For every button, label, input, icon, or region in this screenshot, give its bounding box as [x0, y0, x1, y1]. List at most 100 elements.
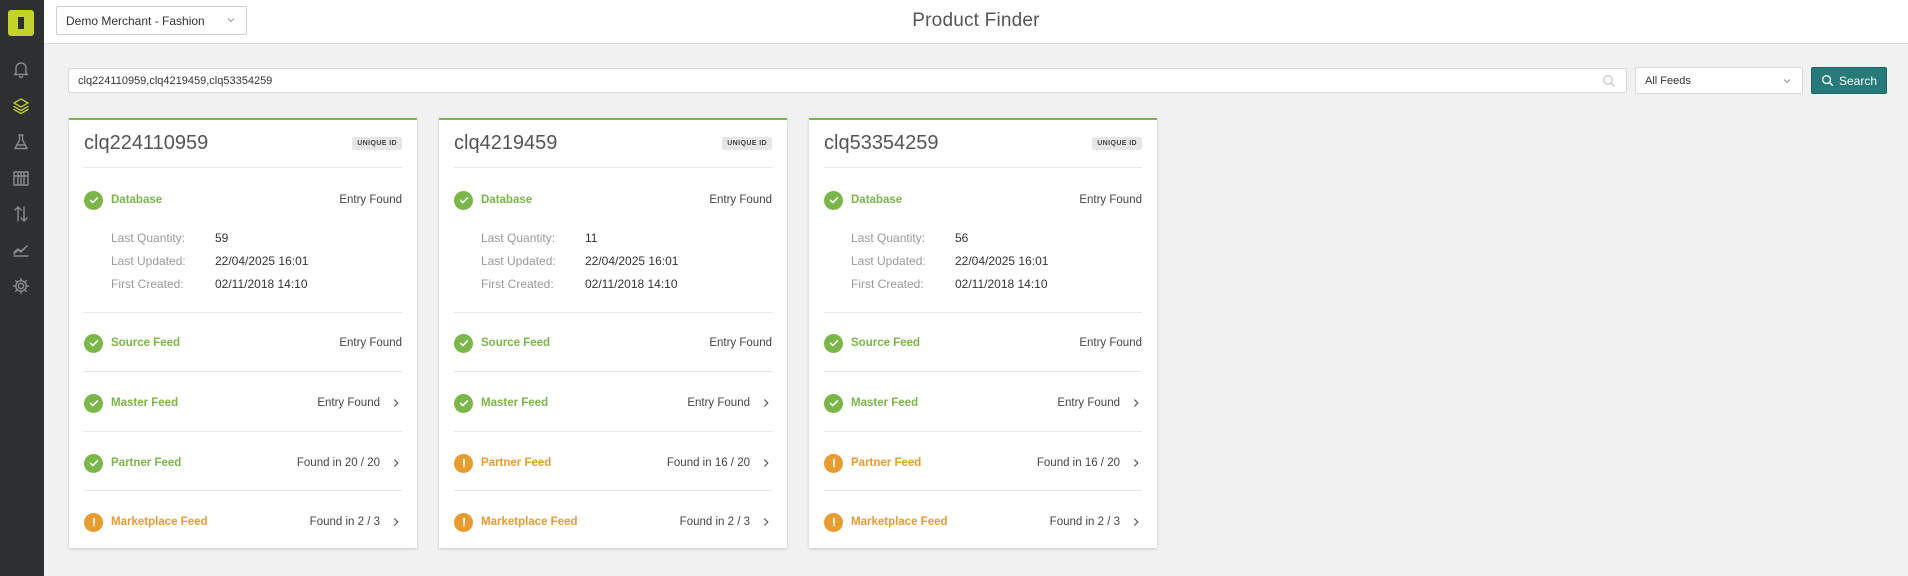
divider: [824, 431, 1142, 432]
chevron-right-icon[interactable]: [1130, 516, 1142, 528]
status-ok-icon: [824, 190, 843, 210]
chevron-down-icon: [1783, 79, 1791, 84]
marketplace-feed-label: Marketplace Feed: [481, 516, 578, 528]
master-feed-row[interactable]: Master Feed Entry Found: [454, 393, 772, 413]
database-value: Entry Found: [339, 194, 402, 206]
master-feed-row[interactable]: Master Feed Entry Found: [824, 393, 1142, 413]
chevron-right-icon[interactable]: [760, 397, 772, 409]
marketplace-feed-label: Marketplace Feed: [851, 516, 948, 528]
search-button[interactable]: Search: [1811, 67, 1887, 94]
partner-feed-label: Partner Feed: [111, 457, 182, 469]
chart-area-icon[interactable]: [9, 238, 33, 262]
grid-calendar-icon[interactable]: [9, 166, 33, 190]
divider: [84, 490, 402, 491]
app-logo[interactable]: [8, 10, 34, 36]
chevron-right-icon[interactable]: [760, 457, 772, 469]
status-ok-icon: [84, 453, 103, 473]
exclamation-icon: [462, 517, 465, 527]
source-feed-label: Source Feed: [111, 337, 181, 349]
source-feed-row: Source Feed Entry Found: [84, 333, 402, 353]
detail-row: First Created: 02/11/2018 14:10: [481, 277, 678, 291]
page-title: Product Finder: [912, 10, 1040, 31]
partner-feed-row[interactable]: Partner Feed Found in 16 / 20: [454, 453, 772, 473]
marketplace-feed-row[interactable]: Marketplace Feed Found in 2 / 3: [824, 512, 1142, 532]
marketplace-feed-label: Marketplace Feed: [111, 516, 208, 528]
status-warn-icon: [84, 512, 103, 532]
marketplace-feed-row[interactable]: Marketplace Feed Found in 2 / 3: [84, 512, 402, 532]
detail-row: Last Quantity: 59: [111, 231, 228, 245]
source-feed-label: Source Feed: [481, 337, 551, 349]
divider: [84, 371, 402, 372]
master-feed-row[interactable]: Master Feed Entry Found: [84, 393, 402, 413]
check-icon: [829, 400, 838, 407]
detail-key: First Created:: [481, 277, 554, 291]
product-id: clq53354259: [824, 132, 939, 154]
master-feed-value: Entry Found: [687, 397, 750, 409]
divider: [454, 431, 772, 432]
sidebar: [0, 0, 44, 576]
flask-icon[interactable]: [9, 130, 33, 154]
detail-key: Last Quantity:: [111, 231, 186, 245]
product-id: clq4219459: [454, 132, 558, 154]
partner-feed-value: Found in 16 / 20: [666, 457, 750, 469]
partner-feed-row[interactable]: Partner Feed Found in 16 / 20: [824, 453, 1142, 473]
exclamation-icon: [92, 517, 95, 527]
detail-key: First Created:: [851, 277, 924, 291]
divider: [454, 490, 772, 491]
partner-feed-label: Partner Feed: [481, 457, 552, 469]
detail-row: Last Updated: 22/04/2025 16:01: [851, 254, 1048, 268]
detail-key: Last Quantity:: [481, 231, 556, 245]
search-input[interactable]: [78, 74, 1578, 87]
chevron-right-icon[interactable]: [390, 457, 402, 469]
database-label: Database: [851, 194, 903, 206]
gear-icon[interactable]: [9, 274, 33, 298]
exclamation-icon: [832, 517, 835, 527]
status-ok-icon: [454, 393, 473, 413]
master-feed-value: Entry Found: [317, 397, 380, 409]
search-field[interactable]: [68, 68, 1627, 93]
chevron-right-icon[interactable]: [760, 516, 772, 528]
chevron-right-icon[interactable]: [390, 516, 402, 528]
chevron-right-icon[interactable]: [1130, 457, 1142, 469]
sort-arrows-icon[interactable]: [9, 202, 33, 226]
status-ok-icon: [84, 190, 103, 210]
detail-value: 22/04/2025 16:01: [585, 254, 679, 268]
product-card: clq224110959 UNIQUE ID Database Entry Fo…: [69, 118, 417, 548]
feeds-select[interactable]: All Feeds: [1635, 67, 1803, 94]
marketplace-feed-row[interactable]: Marketplace Feed Found in 2 / 3: [454, 512, 772, 532]
partner-feed-value: Found in 16 / 20: [1036, 457, 1120, 469]
search-icon[interactable]: [1602, 74, 1616, 88]
divider: [824, 312, 1142, 313]
status-warn-icon: [824, 512, 843, 532]
layers-icon[interactable]: [9, 94, 33, 118]
database-row: Database Entry Found: [824, 190, 1142, 210]
database-label: Database: [481, 194, 533, 206]
source-feed-value: Entry Found: [1079, 337, 1142, 349]
divider: [454, 312, 772, 313]
detail-value: 02/11/2018 14:10: [585, 277, 678, 291]
bell-icon[interactable]: [9, 57, 33, 81]
master-feed-label: Master Feed: [851, 397, 919, 409]
partner-feed-row[interactable]: Partner Feed Found in 20 / 20: [84, 453, 402, 473]
detail-key: First Created:: [111, 277, 184, 291]
source-feed-row: Source Feed Entry Found: [454, 333, 772, 353]
search-icon: [1821, 74, 1834, 87]
detail-value: 22/04/2025 16:01: [215, 254, 309, 268]
check-icon: [829, 197, 838, 204]
divider: [84, 312, 402, 313]
exclamation-icon: [462, 458, 465, 468]
status-warn-icon: [824, 453, 843, 473]
database-row: Database Entry Found: [454, 190, 772, 210]
chevron-right-icon[interactable]: [1130, 397, 1142, 409]
exclamation-icon: [832, 458, 835, 468]
status-ok-icon: [824, 393, 843, 413]
unique-id-badge: UNIQUE ID: [1092, 137, 1142, 150]
detail-row: First Created: 02/11/2018 14:10: [111, 277, 308, 291]
product-card: clq4219459 UNIQUE ID Database Entry Foun…: [439, 118, 787, 548]
card-header: clq4219459 UNIQUE ID: [454, 120, 772, 168]
card-header: clq224110959 UNIQUE ID: [84, 120, 402, 168]
partner-feed-value: Found in 20 / 20: [296, 457, 380, 469]
chevron-right-icon[interactable]: [390, 397, 402, 409]
detail-row: First Created: 02/11/2018 14:10: [851, 277, 1048, 291]
master-feed-label: Master Feed: [111, 397, 179, 409]
